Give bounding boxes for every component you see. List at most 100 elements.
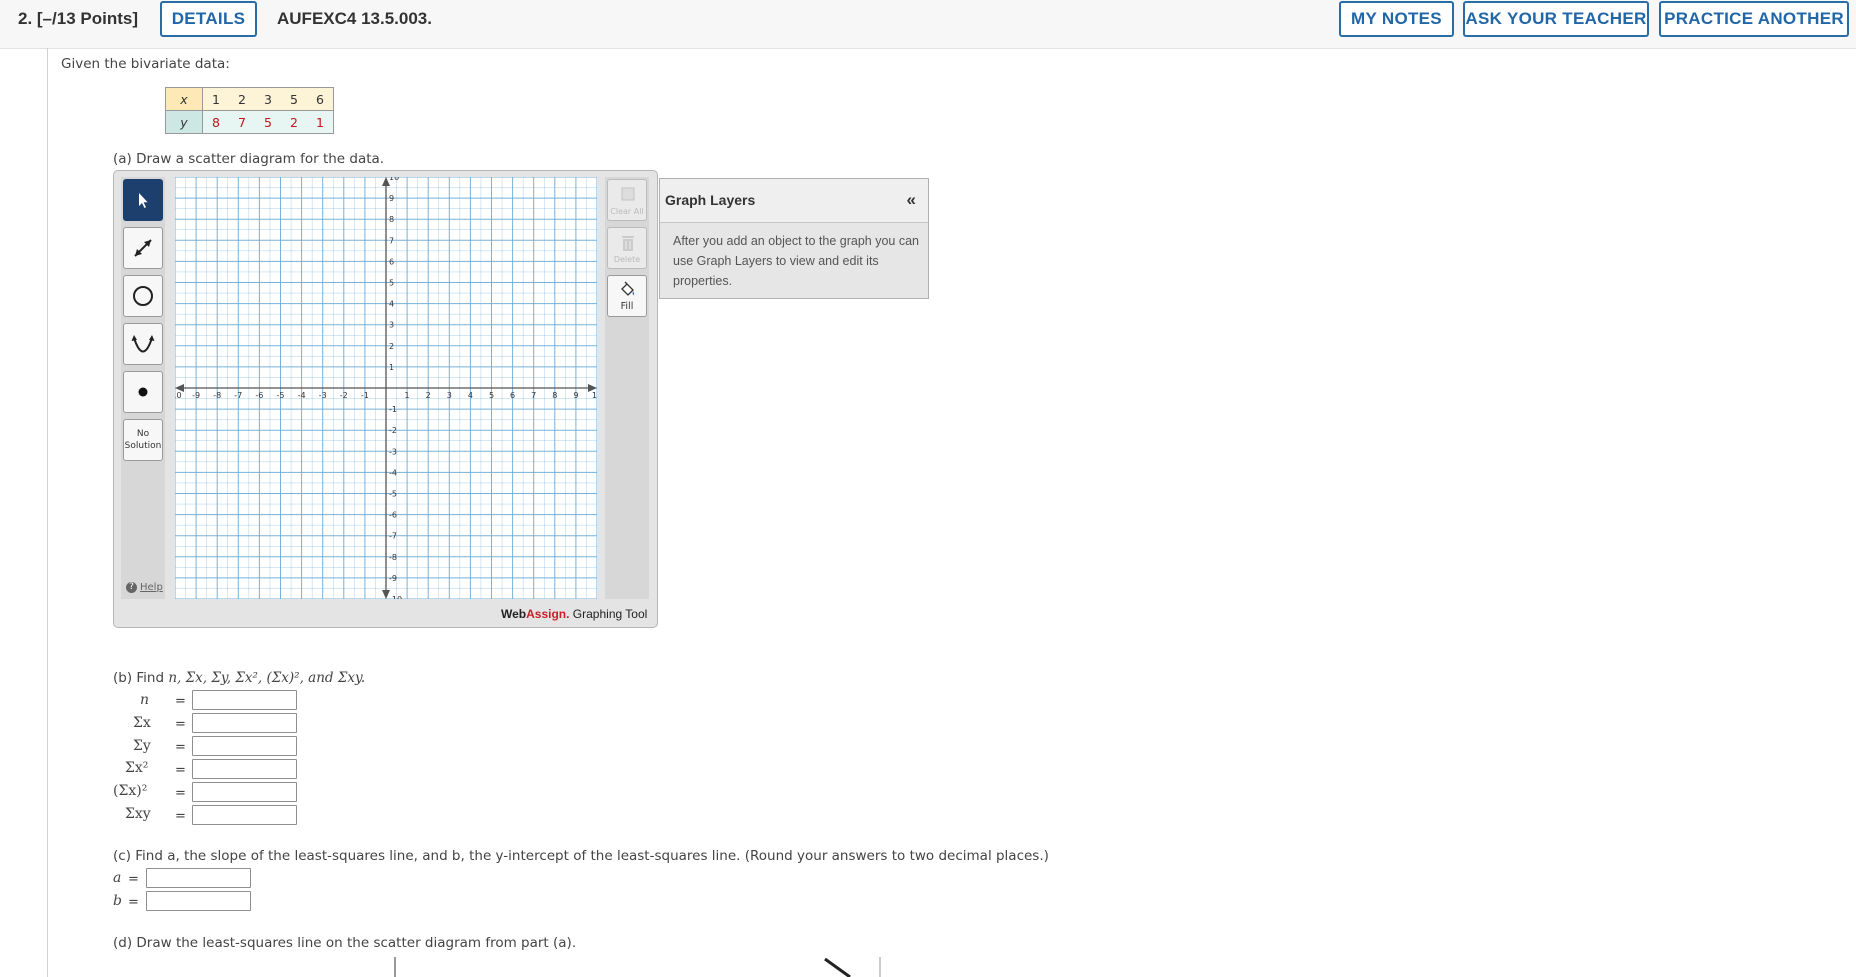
- x-tick-label: -10: [175, 391, 182, 400]
- no-solution-button[interactable]: No Solution: [123, 419, 163, 461]
- clear-all-button[interactable]: Clear All: [607, 179, 647, 221]
- x-tick-label: -4: [298, 391, 306, 400]
- x-tick-label: 9: [573, 391, 578, 400]
- sum-x-all-squared-input[interactable]: [192, 782, 297, 802]
- intercept-b-input[interactable]: [146, 891, 251, 911]
- no-solution-line1: No: [136, 429, 150, 439]
- left-divider: [47, 48, 48, 977]
- x-tick-label: 6: [510, 391, 515, 400]
- a-label: a: [113, 870, 122, 886]
- delete-button[interactable]: Delete: [607, 227, 647, 269]
- sum-x-squared-input[interactable]: [192, 759, 297, 779]
- x-header: x: [165, 87, 203, 111]
- slope-a-input[interactable]: [146, 868, 251, 888]
- sum-x-squared-label: Σx²: [125, 760, 149, 776]
- x-tick-label: 4: [468, 391, 473, 400]
- bivariate-data-table: x 1 2 3 5 6 y 8 7 5 2 1: [165, 87, 334, 134]
- y-tick-label: 6: [389, 257, 394, 266]
- question-code: AUFEXC4 13.5.003.: [277, 9, 432, 28]
- sum-x-all-squared-label: (Σx)²: [113, 783, 148, 799]
- help-link[interactable]: ? Help: [126, 582, 163, 593]
- n-label: n: [140, 692, 150, 708]
- line-icon: [134, 239, 152, 257]
- select-arrow-tool[interactable]: [123, 179, 163, 221]
- next-graph-preview: [394, 957, 881, 977]
- tool-palette: No Solution: [121, 177, 165, 599]
- sum-y-label: Σy: [133, 738, 151, 754]
- x-value: 2: [229, 87, 255, 111]
- part-d-prompt: (d) Draw the least-squares line on the s…: [113, 935, 577, 951]
- fill-button[interactable]: Fill: [607, 275, 647, 317]
- y-tick-label: 9: [389, 194, 394, 203]
- x-tick-label: -2: [340, 391, 348, 400]
- y-tick-label: -2: [389, 426, 397, 435]
- brand-assign: Assign.: [526, 607, 570, 621]
- circle-tool[interactable]: [123, 275, 163, 317]
- parabola-tool[interactable]: [123, 323, 163, 365]
- x-tick-label: 5: [489, 391, 494, 400]
- y-value: 8: [202, 110, 229, 134]
- b-label: b: [113, 893, 122, 909]
- question-number: 2. [–/13 Points]: [18, 9, 138, 28]
- n-input[interactable]: [192, 690, 297, 710]
- no-solution-line2: Solution: [124, 441, 162, 451]
- y-tick-label: 1: [389, 363, 394, 372]
- paint-bucket-icon: [621, 281, 635, 296]
- trash-icon: [622, 236, 634, 251]
- x-tick-label: -6: [255, 391, 263, 400]
- y-tick-label: 7: [389, 236, 394, 245]
- edit-palette: Clear All Delete Fill: [605, 177, 649, 599]
- delete-label: Delete: [613, 255, 641, 264]
- clear-all-label: Clear All: [610, 207, 644, 216]
- my-notes-button[interactable]: MY NOTES: [1339, 1, 1454, 37]
- point-icon: [138, 387, 148, 397]
- pointer-icon: [139, 193, 148, 208]
- question-header: 2. [–/13 Points] DETAILS AUFEXC4 13.5.00…: [0, 0, 1856, 49]
- details-button[interactable]: DETAILS: [160, 1, 257, 37]
- x-tick-label: -7: [234, 391, 242, 400]
- sum-x-label: Σx: [133, 715, 151, 731]
- sum-y-input[interactable]: [192, 736, 297, 756]
- equals-sign: =: [175, 763, 186, 778]
- y-value: 2: [281, 110, 307, 134]
- practice-another-button[interactable]: PRACTICE ANOTHER: [1659, 1, 1849, 37]
- brand-suffix: Graphing Tool: [569, 607, 648, 621]
- y-tick-label: -10: [389, 595, 402, 599]
- part-a-prompt: (a) Draw a scatter diagram for the data.: [113, 151, 385, 167]
- equals-sign: =: [175, 717, 186, 732]
- x-row: x 1 2 3 5 6: [165, 87, 334, 111]
- parabola-icon: [131, 335, 155, 353]
- x-tick-label: 10: [592, 391, 597, 400]
- part-c-prompt: (c) Find a, the slope of the least-squar…: [113, 848, 1049, 864]
- webassign-graphing-tool-brand: WebAssign. Graphing Tool: [501, 607, 647, 621]
- y-value: 1: [307, 110, 334, 134]
- clear-all-icon: [621, 187, 635, 201]
- x-value: 3: [255, 87, 281, 111]
- point-tool[interactable]: [123, 371, 163, 413]
- graph-layers-title: Graph Layers: [665, 192, 756, 208]
- sum-xy-input[interactable]: [192, 805, 297, 825]
- equals-sign: =: [128, 895, 139, 910]
- y-header: y: [165, 110, 203, 134]
- brand-web: Web: [501, 607, 527, 621]
- equals-sign: =: [175, 694, 186, 709]
- x-tick-label: 3: [447, 391, 452, 400]
- ask-your-teacher-button[interactable]: ASK YOUR TEACHER: [1463, 1, 1649, 37]
- graph-canvas[interactable]: -10 -9 -8 -7 -6 -5 -4 -3 -2 -1 1 2 3 4 5 6 7 8 9 10 10 9 8 7 6 5…: [175, 177, 597, 599]
- graph-layers-body: After you add an object to the graph you…: [673, 234, 920, 288]
- x-tick-label: -5: [277, 391, 285, 400]
- equals-sign: =: [175, 809, 186, 824]
- no-solution-label: No Solution: [125, 428, 162, 452]
- equals-sign: =: [175, 786, 186, 801]
- collapse-icon[interactable]: «: [907, 190, 916, 210]
- y-tick-label: -3: [389, 447, 397, 456]
- fill-label: Fill: [620, 301, 634, 312]
- y-tick-label: 10: [389, 177, 399, 182]
- help-icon: ?: [126, 582, 137, 593]
- y-tick-label: -6: [389, 511, 397, 520]
- help-label: Help: [140, 582, 163, 593]
- x-tick-label: -8: [213, 391, 221, 400]
- sum-x-input[interactable]: [192, 713, 297, 733]
- line-tool[interactable]: [123, 227, 163, 269]
- y-tick-label: 3: [389, 321, 394, 330]
